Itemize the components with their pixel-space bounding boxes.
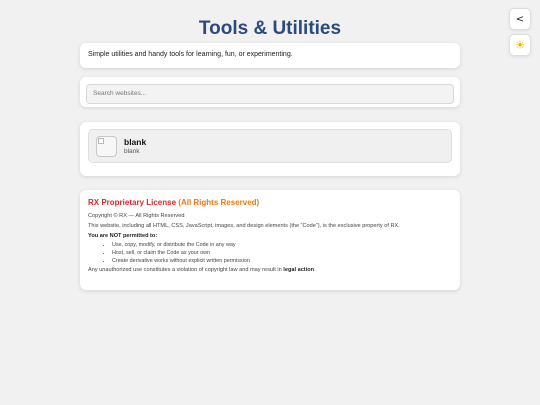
- page-title: Tools & Utilities: [198, 18, 342, 39]
- license-footer-bold: legal action: [283, 267, 315, 273]
- license-title: RX Proprietary License (All Rights Reser…: [88, 198, 452, 207]
- search-input[interactable]: [86, 83, 454, 104]
- license-footer-text: Any unauthorized use constitutes a viola…: [88, 267, 282, 273]
- website-list: blank blank: [80, 122, 460, 176]
- intro-text: Simple utilities and handy tools for lea…: [88, 51, 293, 58]
- license-card: RX Proprietary License (All Rights Reser…: [80, 190, 460, 290]
- sun-icon: ☀: [514, 38, 526, 52]
- license-footer-end: .: [314, 267, 316, 273]
- website-item[interactable]: blank blank: [88, 129, 452, 163]
- intro-card: Simple utilities and handy tools for lea…: [80, 43, 460, 68]
- license-title-main: RX Proprietary License: [88, 198, 177, 207]
- broken-image-icon: [98, 137, 104, 144]
- license-ownership: This website, including all HTML, CSS, J…: [88, 223, 400, 229]
- license-copyright: Copyright © RX — All Rights Reserved: [88, 213, 185, 219]
- license-title-sub: (All Rights Reserved): [178, 198, 260, 207]
- license-footer: Any unauthorized use constitutes a viola…: [88, 267, 452, 273]
- website-name: blank: [124, 137, 147, 147]
- license-restriction-item: Use, copy, modify, or distribute the Cod…: [112, 242, 452, 248]
- website-description: blank: [124, 148, 140, 155]
- license-restriction-item: Host, sell, or claim the Code as your ow…: [112, 250, 452, 256]
- license-restrictions: Use, copy, modify, or distribute the Cod…: [88, 242, 452, 264]
- license-not-permitted: You are NOT permitted to:: [88, 233, 158, 239]
- license-restriction-item: Create derivative works without explicit…: [112, 258, 452, 264]
- website-thumbnail: [96, 135, 117, 157]
- search-card: [80, 77, 460, 107]
